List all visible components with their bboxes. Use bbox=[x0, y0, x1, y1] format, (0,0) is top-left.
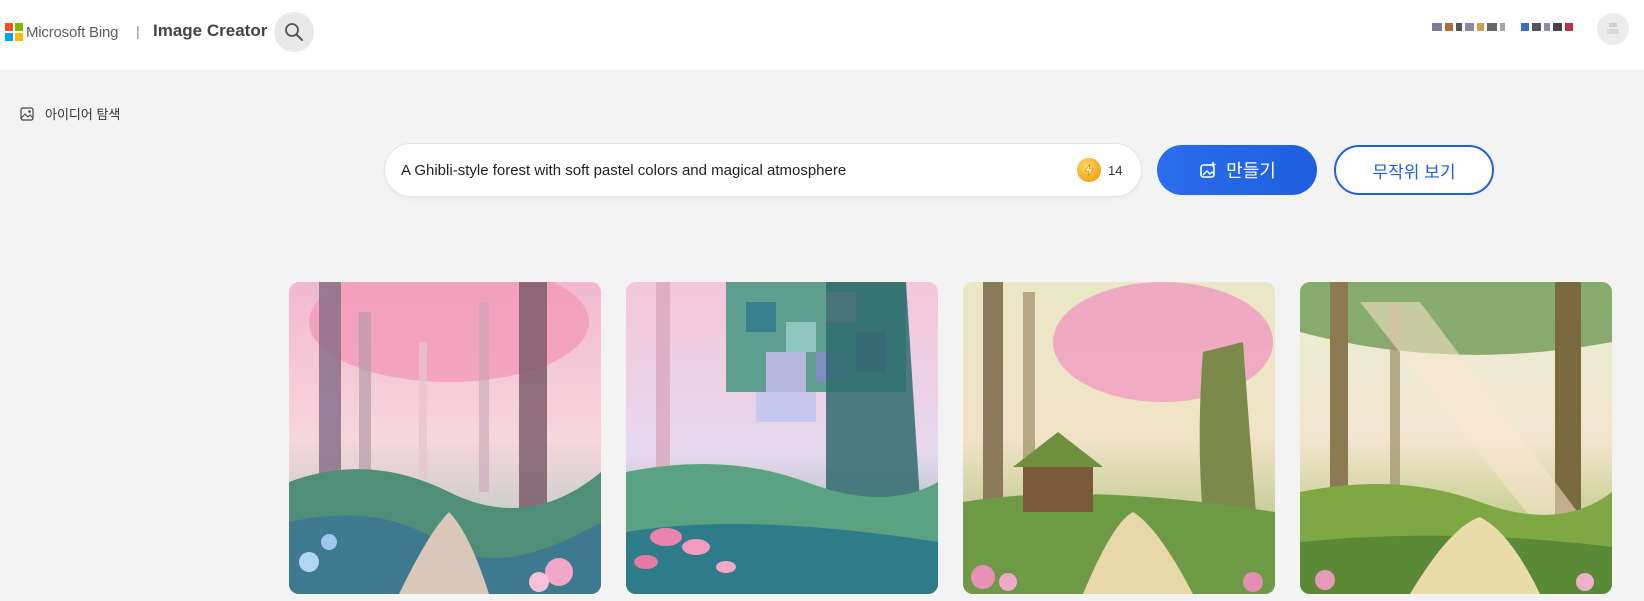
user-avatar[interactable] bbox=[1597, 13, 1629, 45]
forest-image-4 bbox=[1300, 282, 1612, 594]
boost-counter[interactable]: 14 bbox=[1077, 158, 1122, 182]
user-avatar-icon bbox=[1607, 23, 1619, 34]
prompt-container: 14 bbox=[385, 144, 1141, 196]
image-icon bbox=[20, 106, 34, 121]
brand-separator: | bbox=[136, 23, 140, 39]
surprise-me-button[interactable]: 무작위 보기 bbox=[1334, 145, 1494, 195]
result-image-4[interactable] bbox=[1300, 282, 1612, 594]
create-button-label: 만들기 bbox=[1226, 161, 1276, 181]
forest-image-2 bbox=[626, 282, 938, 594]
explore-ideas-label: 아이디어 탐색 bbox=[45, 107, 121, 122]
microsoft-logo-icon bbox=[5, 23, 23, 41]
search-icon bbox=[285, 23, 303, 41]
result-image-2[interactable] bbox=[626, 282, 938, 594]
top-header: Microsoft Bing | Image Creator bbox=[0, 0, 1644, 70]
result-image-3[interactable] bbox=[963, 282, 1275, 594]
product-title[interactable]: Image Creator bbox=[153, 21, 267, 41]
create-button[interactable]: 만들기 bbox=[1157, 145, 1317, 195]
bing-home-link[interactable]: Microsoft Bing bbox=[5, 22, 118, 42]
search-button[interactable] bbox=[274, 12, 314, 52]
lightning-coin-icon bbox=[1077, 158, 1101, 182]
forest-image-3 bbox=[963, 282, 1275, 594]
forest-image-1 bbox=[289, 282, 601, 594]
result-image-1[interactable] bbox=[289, 282, 601, 594]
surprise-me-label: 무작위 보기 bbox=[1372, 162, 1456, 182]
blurred-username[interactable] bbox=[1432, 20, 1584, 34]
prompt-input[interactable] bbox=[401, 144, 1051, 196]
boost-count: 14 bbox=[1108, 162, 1123, 178]
brand-name: Microsoft Bing bbox=[26, 23, 119, 41]
sparkle-image-icon bbox=[1200, 161, 1217, 178]
explore-ideas-link[interactable]: 아이디어 탐색 bbox=[20, 104, 120, 123]
